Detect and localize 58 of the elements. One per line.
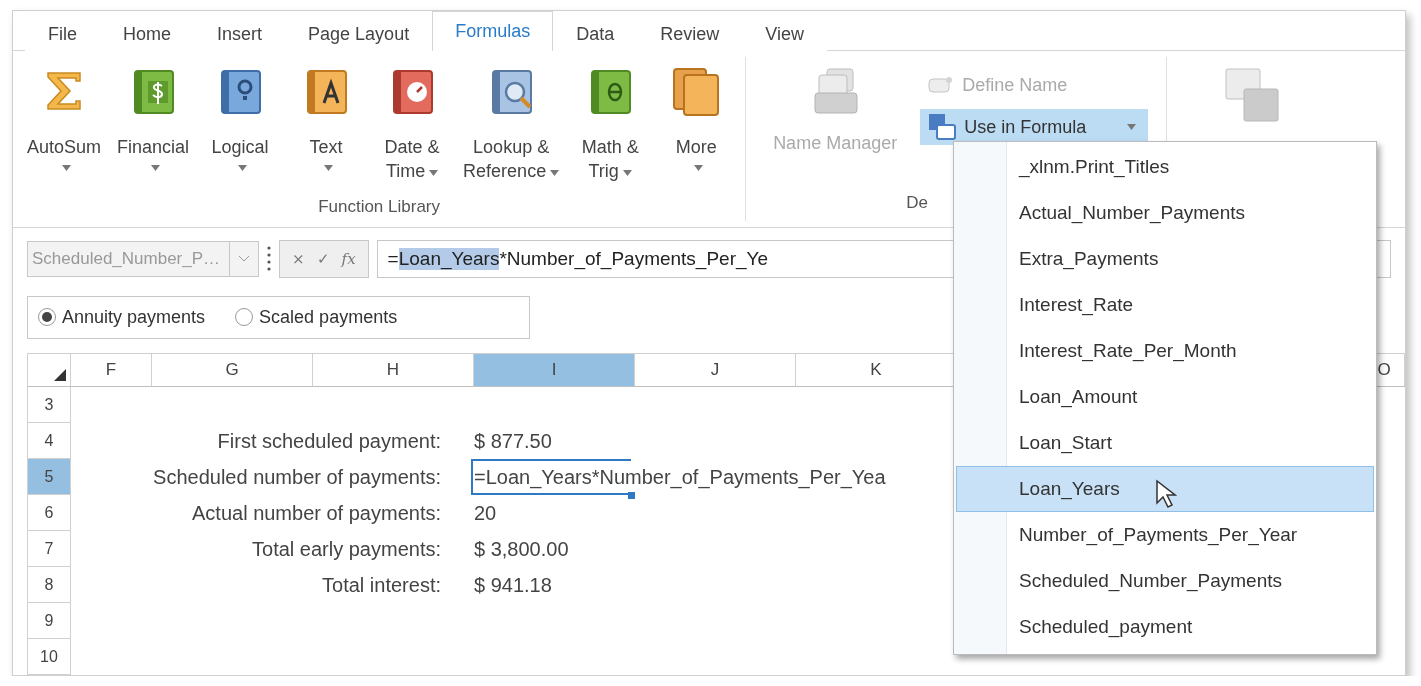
use-in-formula-button[interactable]: Use in Formula: [920, 109, 1149, 146]
menu-item[interactable]: Loan_Years: [956, 466, 1374, 512]
cell-label: Scheduled number of payments:: [153, 465, 441, 489]
group-label: Function Library: [317, 196, 441, 218]
cell-value: 20: [474, 501, 497, 525]
formula-bar-button[interactable]: ×: [290, 249, 307, 268]
group-label: De: [906, 192, 928, 214]
ribbon-button[interactable]: AutoSum: [21, 61, 108, 197]
ribbon-button[interactable]: Logical: [199, 61, 282, 197]
menu-item[interactable]: Actual_Number_Payments: [956, 190, 1374, 236]
row-header[interactable]: 10: [27, 639, 71, 675]
ribbon-button[interactable]: More: [655, 61, 738, 197]
fill-handle[interactable]: [628, 492, 635, 499]
menu-item[interactable]: Scheduled_payment: [956, 604, 1374, 650]
ribbon-button[interactable]: Date & Time: [371, 61, 454, 197]
radio-option[interactable]: Scaled payments: [235, 306, 398, 328]
formula-bar-button[interactable]: fx: [339, 249, 358, 268]
caret-icon: [429, 169, 439, 176]
caret-icon: [61, 164, 71, 171]
cell-value: =Loan_Years*Number_of_Payments_Per_Yea: [474, 465, 886, 489]
ribbon-button[interactable]: Lookup & Reference: [457, 61, 566, 197]
tag-icon: [928, 75, 955, 96]
radio-option[interactable]: Annuity payments: [38, 306, 206, 328]
cell-label: Actual number of payments:: [192, 501, 441, 525]
ribbon-button[interactable]: Math & Trig: [569, 61, 652, 197]
cell-value: $ 941.18: [474, 573, 552, 597]
menu-item[interactable]: Number_of_Payments_Per_Year: [956, 512, 1374, 558]
menu-item[interactable]: Scheduled_Number_Payments: [956, 558, 1374, 604]
row-header[interactable]: 8: [27, 567, 71, 603]
caret-icon: [1127, 124, 1137, 131]
ribbon-button[interactable]: Text: [285, 61, 368, 197]
cell-label: First scheduled payment:: [217, 429, 441, 453]
column-header[interactable]: I: [474, 354, 635, 386]
row-header[interactable]: 4: [27, 423, 71, 459]
caret-icon: [323, 164, 333, 171]
formula-bar-button[interactable]: ✓: [314, 249, 332, 268]
row-header[interactable]: 6: [27, 495, 71, 531]
row-header[interactable]: 7: [27, 531, 71, 567]
caret-icon: [237, 164, 247, 171]
menu-item[interactable]: _xlnm.Print_Titles: [956, 144, 1374, 190]
caret-icon: [150, 164, 160, 171]
chevron-down-icon: [238, 254, 250, 263]
row-header[interactable]: 3: [27, 387, 71, 423]
cell-label: Total interest:: [322, 573, 441, 597]
ribbon-button[interactable]: Financial: [111, 61, 196, 197]
row-header[interactable]: 5: [27, 459, 71, 495]
ribbon-tab[interactable]: Formulas: [432, 11, 554, 52]
caret-icon: [622, 169, 632, 176]
cell-value: $ 877.50: [474, 429, 552, 453]
menu-item[interactable]: Interest_Rate: [956, 282, 1374, 328]
cell-label: Total early payments:: [252, 537, 441, 561]
menu-item[interactable]: Loan_Start: [956, 420, 1374, 466]
mouse-cursor-icon: [1155, 479, 1177, 509]
row-header[interactable]: 9: [27, 603, 71, 639]
caret-icon: [693, 164, 703, 171]
select-all-icon[interactable]: [54, 369, 66, 381]
cell-value: $ 3,800.00: [474, 537, 569, 561]
caret-icon: [550, 169, 560, 176]
